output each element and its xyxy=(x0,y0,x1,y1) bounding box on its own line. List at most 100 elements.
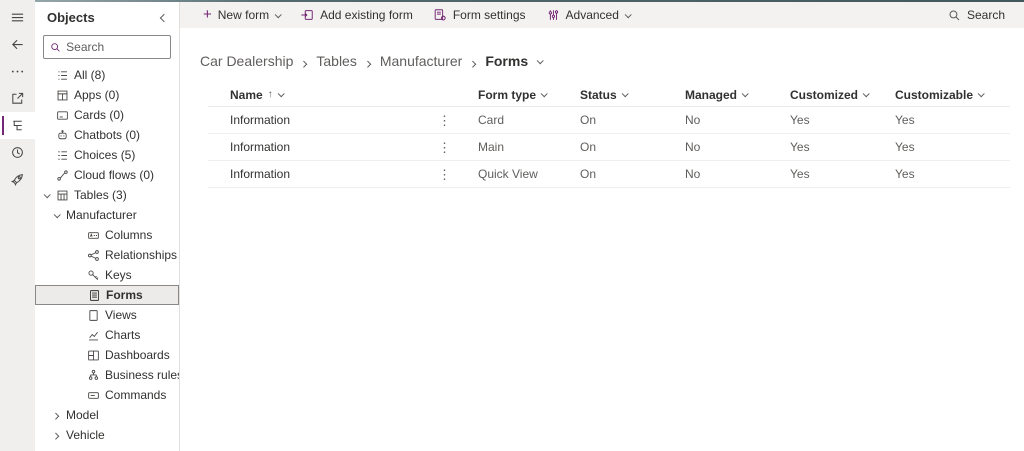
cell-status: On xyxy=(580,113,597,127)
cards-icon xyxy=(57,110,68,120)
tables-icon xyxy=(57,190,68,200)
row-menu-icon[interactable]: ⋮ xyxy=(438,141,464,154)
tree-item-choices[interactable]: Choices (5) xyxy=(35,145,179,165)
cell-name[interactable]: Information xyxy=(208,113,438,127)
tree-item-all[interactable]: All (8) xyxy=(35,65,179,85)
row-menu-icon[interactable]: ⋮ xyxy=(438,168,464,181)
breadcrumb-manufacturer[interactable]: Manufacturer xyxy=(380,53,462,69)
content-area: Car Dealership Tables Manufacturer Forms… xyxy=(180,28,1024,451)
column-header-form-type[interactable]: Form type xyxy=(464,88,580,102)
tree-item-business-rules[interactable]: Business rules xyxy=(35,365,179,385)
menu-icon[interactable] xyxy=(0,4,35,31)
new-form-button[interactable]: + New form xyxy=(194,3,289,27)
tree-item-relationships[interactable]: Relationships xyxy=(35,245,179,265)
dashboards-icon xyxy=(88,350,99,360)
form-settings-button[interactable]: Form settings xyxy=(424,3,535,27)
app-rail xyxy=(0,0,35,451)
cell-status: On xyxy=(580,140,597,154)
cell-managed: No xyxy=(685,113,701,127)
breadcrumb-car-dealership[interactable]: Car Dealership xyxy=(200,53,293,69)
relationships-icon xyxy=(88,249,99,261)
add-existing-form-button[interactable]: Add existing form xyxy=(291,3,422,27)
cell-form-type: Main xyxy=(478,140,505,154)
columns-icon xyxy=(88,231,99,239)
chevron-down-icon xyxy=(862,90,870,98)
tree-item-chatbots[interactable]: Chatbots (0) xyxy=(35,125,179,145)
column-header-customizable[interactable]: Customizable xyxy=(895,88,1010,102)
breadcrumb: Car Dealership Tables Manufacturer Forms xyxy=(200,53,1024,69)
cell-name[interactable]: Information xyxy=(208,167,438,181)
cell-name[interactable]: Information xyxy=(208,140,438,154)
objects-search[interactable] xyxy=(43,35,171,59)
breadcrumb-tables[interactable]: Tables xyxy=(316,53,356,69)
sort-ascending-icon: ↑ xyxy=(267,89,273,100)
more-icon[interactable] xyxy=(0,58,35,85)
column-header-status[interactable]: Status xyxy=(580,88,685,102)
cell-customizable: Yes xyxy=(895,167,915,181)
chevron-down-icon xyxy=(53,210,61,218)
chevron-right-icon xyxy=(300,53,308,69)
tree-item-cloud-flows[interactable]: Cloud flows (0) xyxy=(35,165,179,185)
objects-panel: Objects All (8) Apps (0) Cards (0) xyxy=(35,0,180,451)
history-icon[interactable] xyxy=(0,139,35,166)
objects-panel-header: Objects xyxy=(35,0,179,30)
chevron-right-icon xyxy=(364,53,372,69)
all-icon xyxy=(58,70,67,80)
apps-icon xyxy=(57,90,68,100)
table-header-row: Name ↑ Form type Status Managed Customiz… xyxy=(208,83,1010,107)
tree-item-charts[interactable]: Charts xyxy=(35,325,179,345)
tree-item-cards[interactable]: Cards (0) xyxy=(35,105,179,125)
tree-view-icon[interactable] xyxy=(0,112,35,139)
tree-item-views[interactable]: Views xyxy=(35,305,179,325)
table-row[interactable]: Information ⋮ Quick View On No Yes Yes xyxy=(208,161,1010,188)
column-header-managed[interactable]: Managed xyxy=(685,88,790,102)
commands-icon xyxy=(88,391,99,399)
chevron-down-icon xyxy=(277,90,285,98)
tree-item-forms[interactable]: Forms xyxy=(35,285,179,305)
cell-customized: Yes xyxy=(790,140,810,154)
tree-item-columns[interactable]: Columns xyxy=(35,225,179,245)
charts-icon xyxy=(89,331,98,340)
rocket-icon[interactable] xyxy=(0,166,35,193)
cell-customizable: Yes xyxy=(895,113,915,127)
choices-icon xyxy=(58,150,67,160)
chevron-right-icon xyxy=(51,412,59,420)
chevron-down-icon[interactable] xyxy=(536,56,544,64)
chevron-down-icon xyxy=(977,90,985,98)
keys-icon xyxy=(88,270,99,280)
views-icon xyxy=(89,309,98,321)
tree-item-commands[interactable]: Commands xyxy=(35,385,179,405)
tree-item-tables[interactable]: Tables (3) xyxy=(35,185,179,205)
open-window-icon[interactable] xyxy=(0,85,35,112)
tree-item-dashboards[interactable]: Dashboards xyxy=(35,345,179,365)
advanced-button[interactable]: Advanced xyxy=(537,3,639,27)
row-menu-icon[interactable]: ⋮ xyxy=(438,114,464,127)
cell-form-type: Card xyxy=(478,113,505,127)
objects-panel-title: Objects xyxy=(47,9,95,25)
advanced-icon xyxy=(548,10,558,20)
tree-item-vehicle[interactable]: Vehicle xyxy=(35,425,179,445)
form-settings-icon xyxy=(434,9,446,21)
collapse-panel-icon[interactable] xyxy=(159,6,169,28)
cell-customizable: Yes xyxy=(895,140,915,154)
search-icon xyxy=(51,42,60,52)
column-header-name[interactable]: Name ↑ xyxy=(208,88,438,102)
cell-customized: Yes xyxy=(790,167,810,181)
search-button[interactable]: Search xyxy=(939,3,1014,27)
plus-icon: + xyxy=(203,6,212,23)
objects-search-input[interactable] xyxy=(66,40,164,54)
back-icon[interactable] xyxy=(0,31,35,58)
column-header-customized[interactable]: Customized xyxy=(790,88,895,102)
tree-item-keys[interactable]: Keys xyxy=(35,265,179,285)
tree-item-apps[interactable]: Apps (0) xyxy=(35,85,179,105)
table-row[interactable]: Information ⋮ Card On No Yes Yes xyxy=(208,107,1010,134)
tree-item-model[interactable]: Model xyxy=(35,405,179,425)
top-edge-strip xyxy=(35,0,1024,2)
command-bar: + New form Add existing form Form settin… xyxy=(180,0,1024,28)
cell-managed: No xyxy=(685,140,701,154)
cell-managed: No xyxy=(685,167,701,181)
forms-table: Name ↑ Form type Status Managed Customiz… xyxy=(208,83,1010,188)
breadcrumb-current-forms[interactable]: Forms xyxy=(485,53,528,69)
table-row[interactable]: Information ⋮ Main On No Yes Yes xyxy=(208,134,1010,161)
tree-item-manufacturer[interactable]: Manufacturer xyxy=(35,205,179,225)
